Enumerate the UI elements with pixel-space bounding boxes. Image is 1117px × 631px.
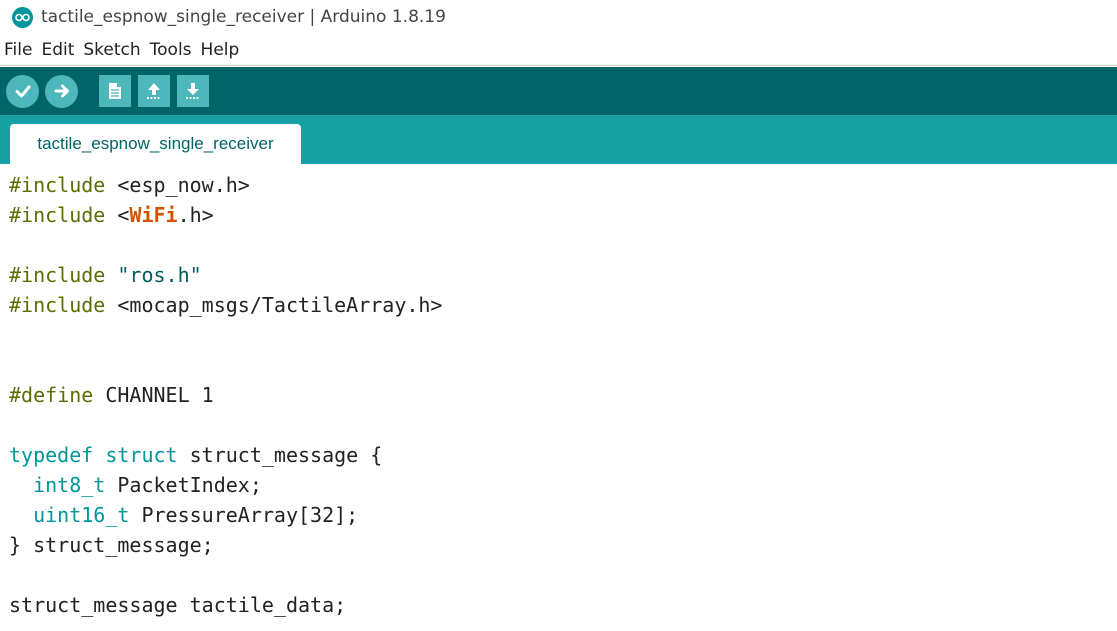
arduino-logo-icon [12,6,33,28]
code-line: #include <esp_now.h> [9,173,250,197]
code-line: int8_t PacketIndex; [33,473,262,497]
save-icon [186,83,200,99]
open-icon [147,83,161,99]
tab-sketch[interactable]: tactile_espnow_single_receiver [10,124,301,164]
code-line: #include <WiFi.h> [9,203,214,227]
new-icon [109,83,121,99]
code-line: } struct_message; [9,533,214,557]
menu-file[interactable]: File [4,40,32,60]
menu-bar: File Edit Sketch Tools Help [0,34,1117,66]
code-editor[interactable]: #include <esp_now.h> #include <WiFi.h> #… [0,165,1117,631]
code-line: struct_message tactile_data; [9,593,347,617]
menu-help[interactable]: Help [201,40,240,60]
window-title: tactile_espnow_single_receiver | Arduino… [41,7,446,27]
tab-strip: tactile_espnow_single_receiver [0,115,1117,164]
verify-icon [15,85,30,98]
menu-sketch[interactable]: Sketch [83,40,140,60]
code-line: #define CHANNEL 1 [9,383,214,407]
code-line: #include "ros.h" [9,263,202,287]
title-bar: tactile_espnow_single_receiver | Arduino… [0,0,1117,34]
upload-icon [54,84,69,98]
verify-button[interactable] [6,74,39,108]
arduino-ide-window: tactile_espnow_single_receiver | Arduino… [0,0,1117,631]
new-sketch-button[interactable] [99,75,131,107]
code-line: #include <mocap_msgs/TactileArray.h> [9,293,443,317]
menu-tools[interactable]: Tools [150,40,192,60]
code-line: typedef struct struct_message { [9,443,383,467]
toolbar [0,66,1117,115]
open-sketch-button[interactable] [138,75,170,107]
upload-button[interactable] [45,74,78,108]
menu-edit[interactable]: Edit [41,40,74,60]
code-line: uint16_t PressureArray[32]; [33,503,359,527]
tab-label: tactile_espnow_single_receiver [37,134,274,153]
save-sketch-button[interactable] [177,75,209,107]
